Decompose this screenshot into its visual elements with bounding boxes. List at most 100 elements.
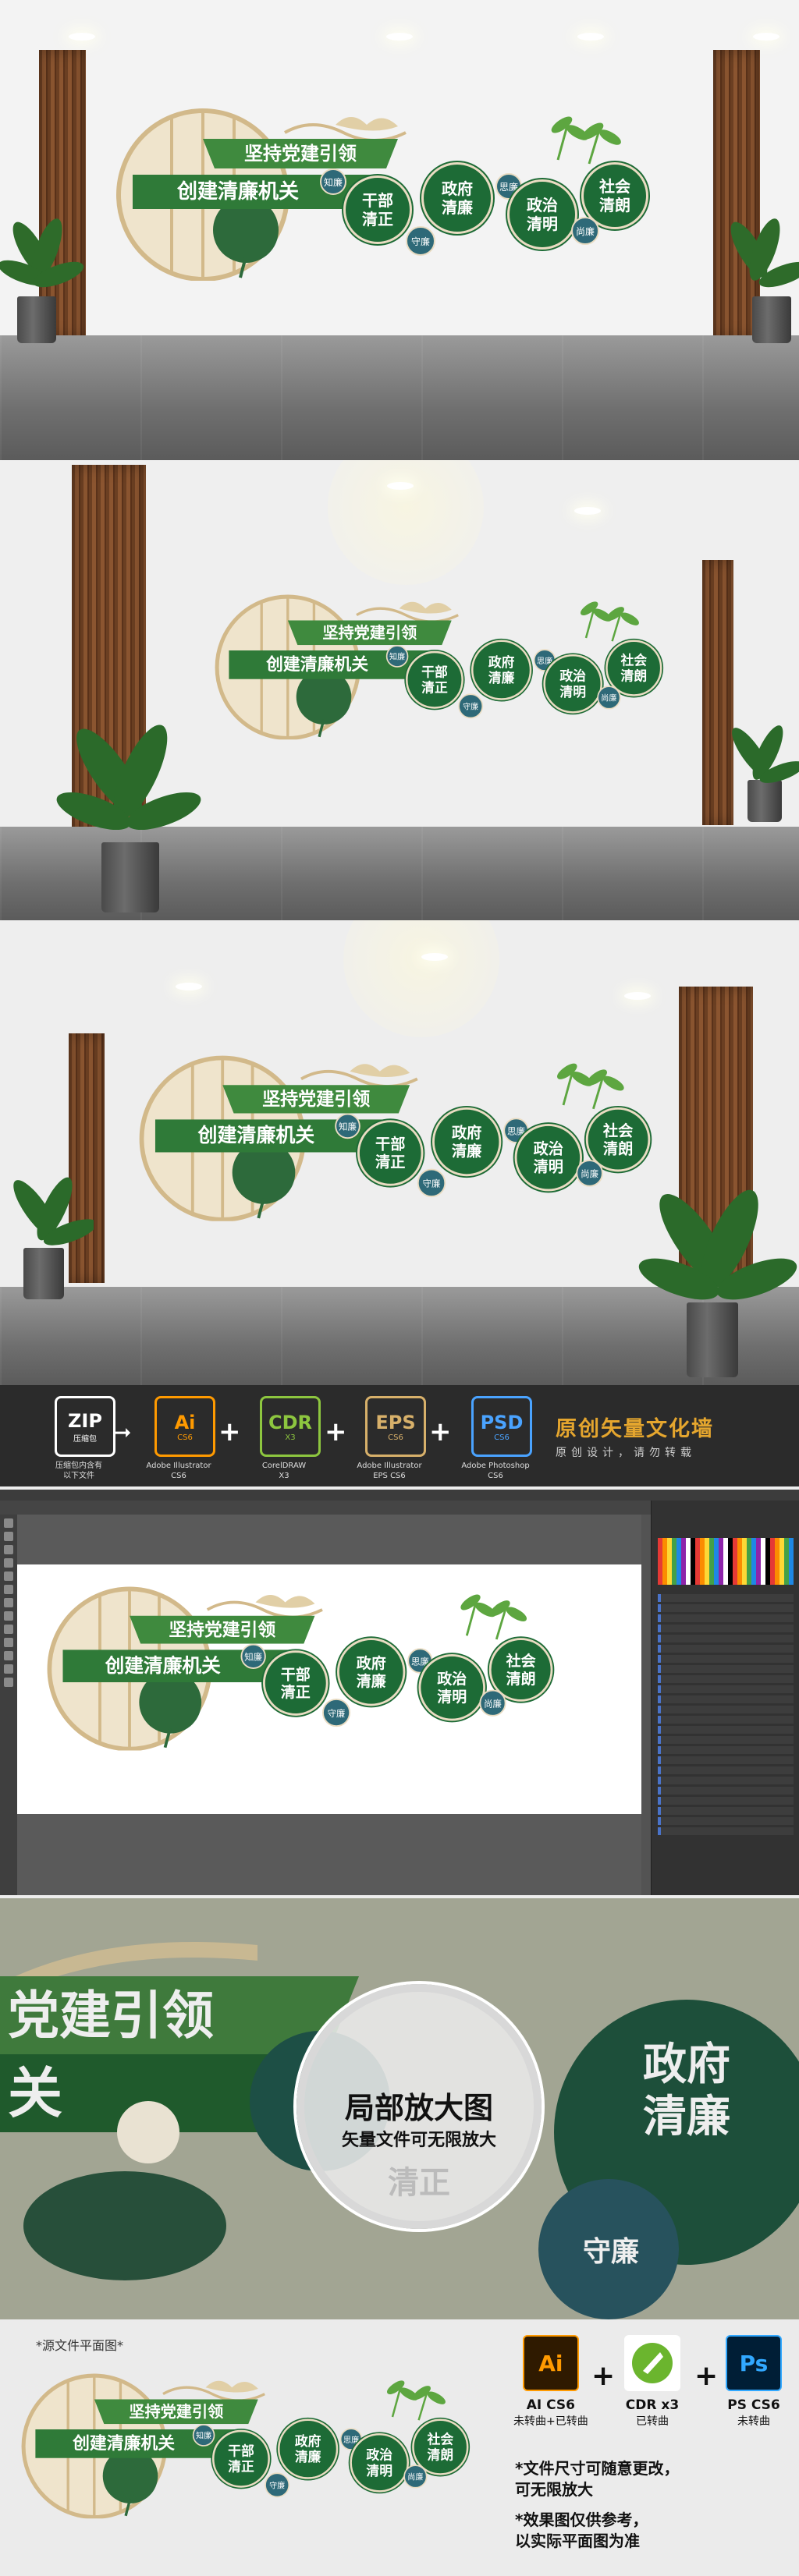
software-cdr: CDR x3 已转曲 <box>624 2335 680 2429</box>
tag-circle: 守廉 <box>417 1168 446 1198</box>
tag-circle: 守廉 <box>265 2472 290 2498</box>
illustrator-icon: Ai CS6 <box>154 1396 215 1457</box>
culture-wall-design: 坚持党建引领 创建清廉机关 知廉 干部 清正 政府 清廉 守廉 思廉 政治 清明… <box>41 1580 559 1751</box>
photoshop-icon: PSD CS6 <box>471 1396 532 1457</box>
canvas-area: 坚持党建引领 创建清廉机关 知廉 干部 清正 政府 清廉 守廉 思廉 政治 清明… <box>17 1515 641 1895</box>
banner-subtitle: 原创设计，请勿转载 <box>556 1447 696 1459</box>
zoom-detail: 党建引领 关 政府 清廉 守廉 局部放大图 矢量文件可无限放大 清正 <box>0 1898 799 2319</box>
bubble-government: 政府 清廉 <box>432 1107 502 1177</box>
format-cdr: CDR X3 CorelDRAW X3 <box>254 1396 327 1481</box>
zip-icon: ZIP 压缩包 <box>55 1396 115 1457</box>
arrow-right-icon: ➞ <box>113 1419 132 1445</box>
ceiling-light <box>577 33 604 41</box>
format-psd: PSD CS6 Adobe Photoshop CS6 <box>461 1396 538 1481</box>
plant-icon <box>13 1177 94 1245</box>
bubble-politics: 政治 清明 <box>418 1654 485 1721</box>
direct-select-tool-icon <box>4 1532 13 1541</box>
side-panels <box>651 1501 799 1895</box>
format-ai: Ai CS6 Adobe Illustrator CS6 <box>146 1396 222 1481</box>
ceiling-light <box>387 482 414 490</box>
tag-circle: 守廉 <box>322 1699 351 1727</box>
tag-circle: 尚廉 <box>479 1689 506 1717</box>
product-page: 坚持党建引领 创建清廉机关 知廉 干部 清正 政府 清廉 守廉 思廉 政治 清明… <box>0 0 799 2576</box>
bubble-cadre: 干部 清正 <box>343 175 412 244</box>
zoom-bg-text: 守廉 <box>582 2235 639 2268</box>
tag-circle: 守廉 <box>458 693 484 719</box>
rectangle-tool-icon <box>4 1585 13 1594</box>
plant-icon <box>56 725 201 831</box>
rotate-tool-icon <box>4 1611 13 1621</box>
culture-wall-design: 坚持党建引领 创建清廉机关 知廉 干部 清正 政府 清廉 守廉 思廉 政治 清明… <box>109 101 655 281</box>
title-top-ribbon: 坚持党建引领 <box>203 139 398 168</box>
zoom-tool-icon <box>4 1678 13 1687</box>
bubble-politics: 政治 清明 <box>350 2433 409 2493</box>
bubble-government: 政府 清廉 <box>471 640 532 700</box>
bubble-cadre: 干部 清正 <box>212 2429 270 2488</box>
render-scene-3: 坚持党建引领 创建清廉机关 知廉 干部 清正 政府 清廉 守廉 思廉 政治 清明… <box>0 920 799 1385</box>
zoom-bg-text: 党建引领 <box>8 1985 214 2046</box>
ceiling-light <box>69 33 95 41</box>
bubble-cadre: 干部 清正 <box>263 1650 328 1716</box>
zoom-callout: 局部放大图 矢量文件可无限放大 清正 <box>297 1984 542 2229</box>
scale-tool-icon <box>4 1625 13 1634</box>
gradient-tool-icon <box>4 1638 13 1647</box>
hand-tool-icon <box>4 1664 13 1674</box>
line-tool-icon <box>4 1571 13 1581</box>
plan-label: *源文件平面图* <box>36 2338 124 2353</box>
ceiling-light <box>624 992 651 1000</box>
floor <box>0 335 799 460</box>
coreldraw-icon <box>624 2335 680 2391</box>
format-zip: ZIP 压缩包 压缩包内含有 以下文件 <box>48 1396 122 1481</box>
title-top-ribbon: 坚持党建引领 <box>130 1615 315 1644</box>
photoshop-icon: Ps <box>726 2335 782 2391</box>
artboard: 坚持党建引领 创建清廉机关 知廉 干部 清正 政府 清廉 守廉 思廉 政治 清明… <box>17 1564 641 1814</box>
plus-icon: + <box>325 1416 347 1447</box>
bubble-politics: 政治 清明 <box>507 179 577 250</box>
tag-circle: 知廉 <box>335 1113 360 1139</box>
illustrator-icon: Ai <box>522 2335 579 2391</box>
render-scene-1: 坚持党建引领 创建清廉机关 知廉 干部 清正 政府 清廉 守廉 思廉 政治 清明… <box>0 0 799 460</box>
selection-tool-icon <box>4 1518 13 1528</box>
tag-circle: 知廉 <box>320 168 346 195</box>
source-plan-section: *源文件平面图* 坚持党建引领 创建清廉机关 知廉 干部 清正 政府 清廉 守廉… <box>0 2319 799 2576</box>
plant-icon <box>0 218 84 288</box>
title-top-ribbon: 坚持党建引领 <box>94 2399 258 2425</box>
zoom-bg-text: 关 <box>8 2060 62 2125</box>
bubble-politics: 政治 清明 <box>514 1124 582 1192</box>
culture-wall-design: 坚持党建引领 创建清廉机关 知廉 干部 清正 政府 清廉 守廉 思廉 政治 清明… <box>133 1049 657 1221</box>
tag-circle: 尚廉 <box>571 217 599 245</box>
culture-wall-design: 坚持党建引领 创建清廉机关 知廉 干部 清正 政府 清廉 守廉 思廉 政治 清明… <box>209 589 668 740</box>
ceiling-light <box>176 983 202 990</box>
note-resize: *文件尺寸可随意更改， 可无限放大 <box>515 2459 680 2499</box>
menu-bar <box>0 1490 799 1501</box>
zoom-bg-text: 清正 <box>388 2164 450 2201</box>
note-reference: *效果图仅供参考， 以实际平面图为准 <box>515 2510 648 2550</box>
software-ps: Ps PS CS6 未转曲 <box>726 2335 782 2429</box>
type-tool-icon <box>4 1558 13 1568</box>
ceiling-light <box>753 33 779 41</box>
bubble-government: 政府 清廉 <box>421 162 493 234</box>
title-top-ribbon: 坚持党建引领 <box>222 1085 410 1114</box>
pen-tool-icon <box>4 1545 13 1554</box>
swatches-panel <box>658 1538 794 1585</box>
banner-title: 原创矢量文化墙 <box>556 1417 714 1441</box>
toolbox <box>0 1515 17 1895</box>
plus-icon: + <box>218 1416 241 1447</box>
control-bar <box>0 1501 651 1515</box>
tag-circle: 知廉 <box>192 2424 215 2447</box>
bubble-politics: 政治 清明 <box>543 654 602 714</box>
software-ai: Ai AI CS6 未转曲+已转曲 <box>513 2335 588 2429</box>
illustrator-screenshot: 坚持党建引领 创建清廉机关 知廉 干部 清正 政府 清廉 守廉 思廉 政治 清明… <box>0 1490 799 1895</box>
ceiling-light <box>574 507 601 515</box>
tag-circle: 尚廉 <box>597 686 621 710</box>
eyedropper-tool-icon <box>4 1651 13 1660</box>
plus-icon: + <box>429 1416 452 1447</box>
zoom-bg-text: 政府 清廉 <box>643 2039 730 2143</box>
plant-icon <box>730 218 799 288</box>
title-top-ribbon: 坚持党建引领 <box>287 620 452 646</box>
ceiling-light <box>386 33 413 41</box>
eps-icon: EPS CS6 <box>365 1396 426 1457</box>
plant-icon <box>732 725 799 783</box>
tag-circle: 尚廉 <box>576 1160 603 1187</box>
format-eps: EPS CS6 Adobe Illustrator EPS CS6 <box>357 1396 432 1481</box>
